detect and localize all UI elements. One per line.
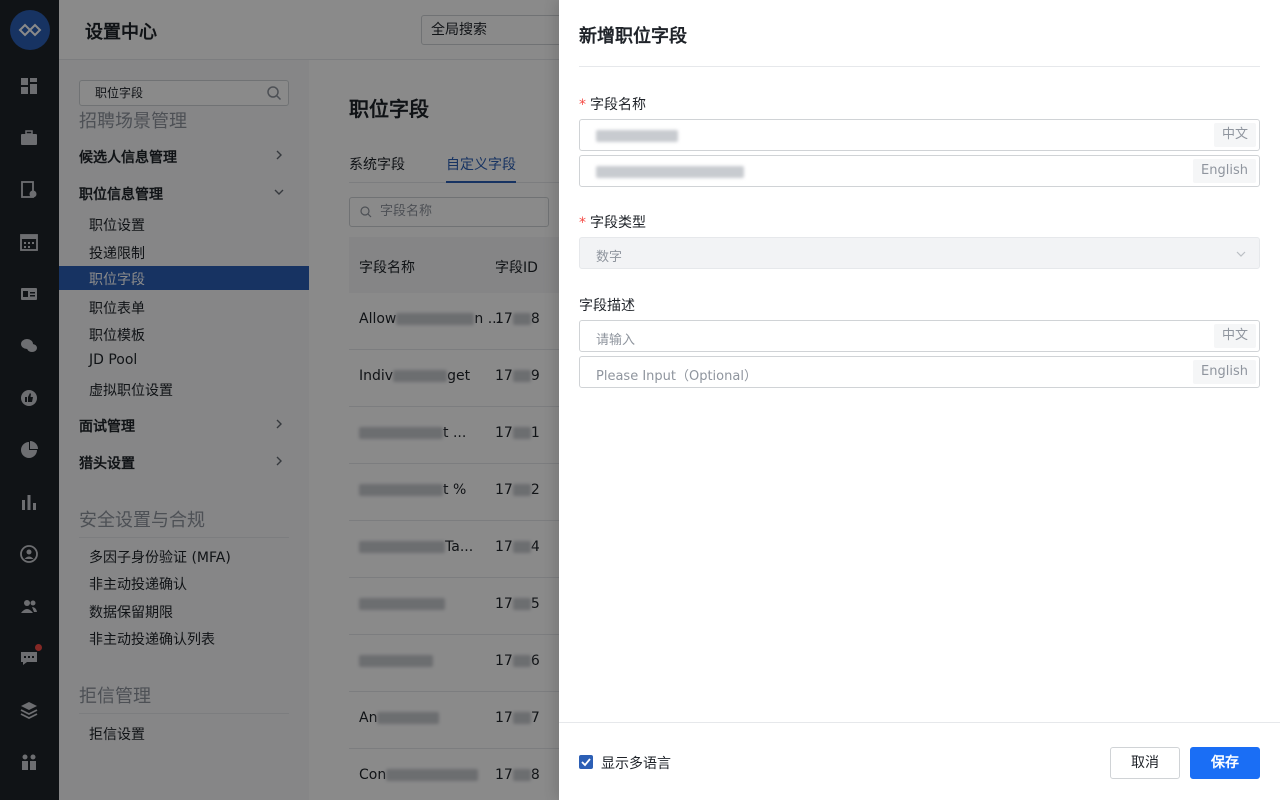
desc-zh-placeholder: 请输入 — [596, 333, 636, 348]
field-type-label-text: 字段类型 — [590, 215, 646, 231]
lang-suffix-zh: 中文 — [1213, 123, 1256, 147]
show-multilang-label[interactable]: 显示多语言 — [601, 753, 671, 773]
show-multilang-checkbox[interactable] — [579, 755, 593, 769]
field-name-zh-input[interactable]: 中文 — [579, 119, 1260, 151]
redacted-value — [596, 128, 678, 143]
field-name-label: * 字段名称 — [579, 94, 646, 114]
cancel-button[interactable]: 取消 — [1110, 747, 1180, 779]
required-marker: * — [579, 215, 586, 231]
field-desc-label: 字段描述 — [579, 298, 635, 314]
desc-en-placeholder: Please Input（Optional） — [596, 369, 757, 384]
divider — [579, 66, 1260, 67]
lang-suffix-en: English — [1193, 159, 1256, 183]
field-type-value: 数字 — [596, 250, 623, 265]
check-icon — [581, 758, 591, 767]
field-name-en-input[interactable]: English — [579, 155, 1260, 187]
redacted-value — [596, 164, 744, 179]
field-type-label: * 字段类型 — [579, 212, 646, 232]
field-desc-en-input[interactable]: Please Input（Optional） English — [579, 356, 1260, 388]
field-type-select[interactable]: 数字 — [579, 237, 1260, 269]
lang-suffix-zh: 中文 — [1213, 324, 1256, 348]
save-button[interactable]: 保存 — [1190, 747, 1260, 779]
required-marker: * — [579, 97, 586, 113]
chevron-down-icon — [1236, 251, 1246, 257]
drawer-title: 新增职位字段 — [579, 26, 687, 47]
drawer-footer: 显示多语言 取消 保存 — [559, 722, 1280, 800]
add-field-drawer: 新增职位字段 * 字段名称 中文 English * 字段类型 数字 字段描述 请输… — [559, 0, 1280, 800]
modal-overlay[interactable] — [0, 0, 559, 800]
lang-suffix-en: English — [1193, 360, 1256, 384]
field-name-label-text: 字段名称 — [590, 97, 646, 113]
field-desc-zh-input[interactable]: 请输入 中文 — [579, 320, 1260, 352]
